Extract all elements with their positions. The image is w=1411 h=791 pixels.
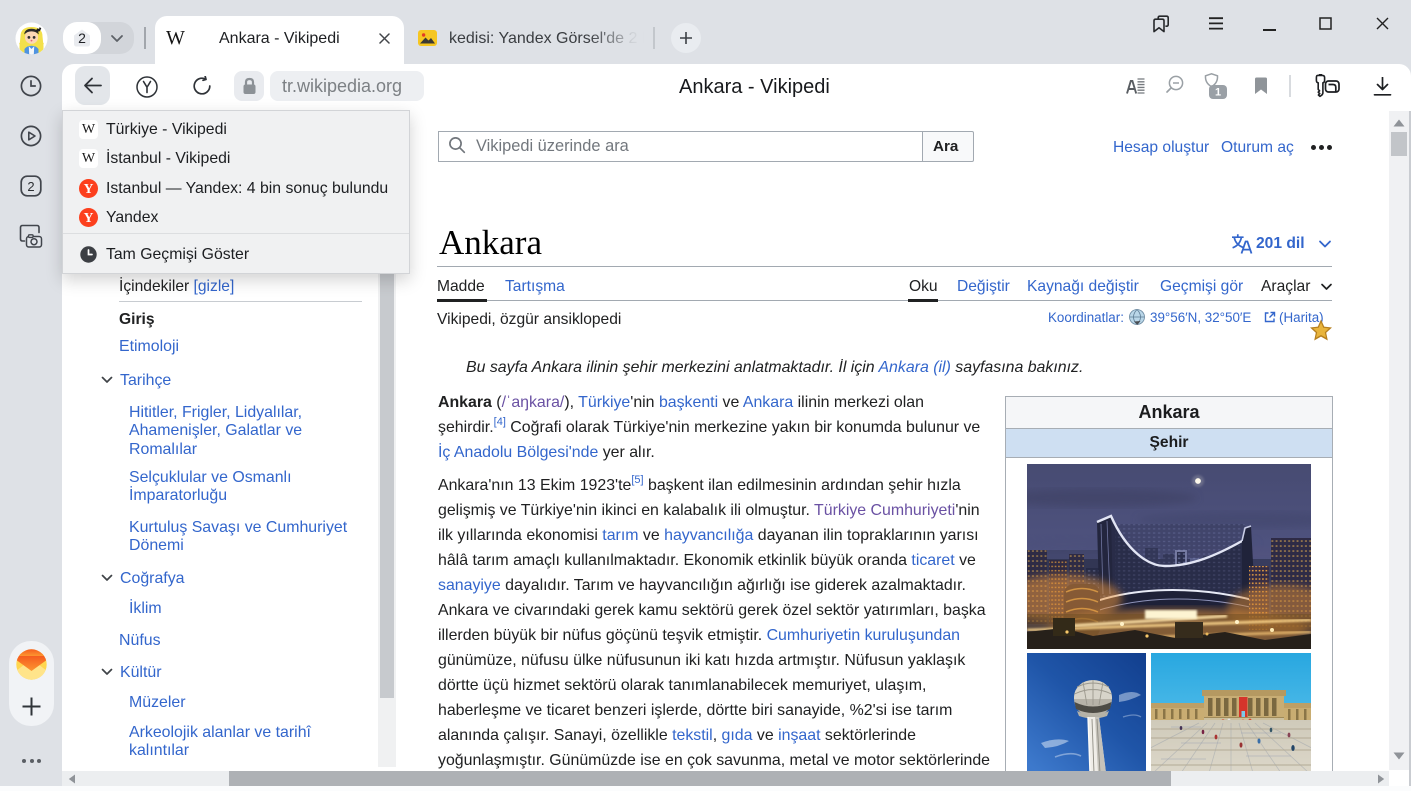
svg-text:2: 2 [78, 30, 86, 46]
svg-text:2: 2 [27, 179, 34, 194]
svg-text:1: 1 [1215, 87, 1221, 99]
